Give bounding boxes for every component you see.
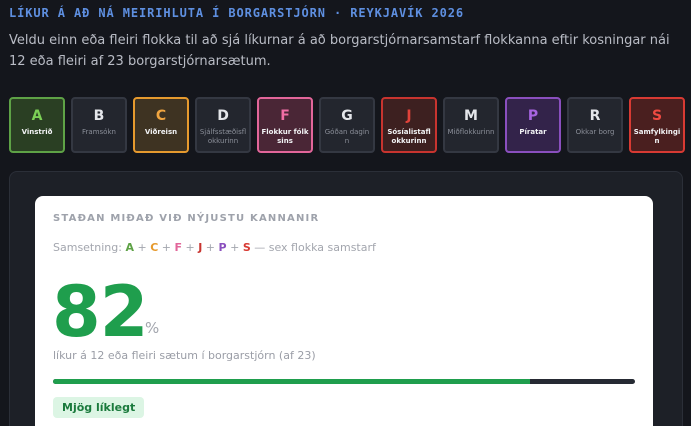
party-toggle-g[interactable]: G Góðan daginn	[319, 97, 375, 153]
party-name: Vinstrið	[21, 128, 53, 136]
party-letter: F	[280, 108, 290, 124]
party-letter: J	[406, 108, 412, 124]
party-toggle-a[interactable]: A Vinstrið	[9, 97, 65, 153]
party-letter: G	[341, 108, 353, 124]
party-toggle-r[interactable]: R Okkar borg	[567, 97, 623, 153]
combination-label: Samsetning:	[53, 241, 122, 254]
party-letter: A	[31, 108, 43, 124]
party-toggle-c[interactable]: C Viðreisn	[133, 97, 189, 153]
percent-sign: %	[145, 319, 160, 337]
party-toggle-b[interactable]: B Framsókn	[71, 97, 127, 153]
party-toggle-j[interactable]: J Sósíalistaflokkurinn	[381, 97, 437, 153]
party-letter: C	[155, 108, 167, 124]
party-name: Miðflokkurinn	[447, 128, 495, 136]
probability-bar-fill	[53, 379, 531, 384]
party-name: Góðan daginn	[324, 128, 370, 145]
probability-subtitle: líkur á 12 eða fleiri sætum í borgarstjó…	[53, 349, 316, 362]
party-toggle-f[interactable]: F Flokkur fólksins	[257, 97, 313, 153]
combination-line: Samsetning: A + C + F + J + P + S — sex …	[53, 241, 376, 254]
combination-suffix: — sex flokka samstarf	[254, 241, 376, 254]
party-name: Samfylkingin	[633, 128, 681, 145]
party-letter: M	[464, 108, 478, 124]
party-name: Sósíalistaflokkurinn	[387, 128, 431, 145]
party-letter: S	[651, 108, 663, 124]
likelihood-badge: Mjög líklegt	[53, 397, 145, 418]
combination-party-letter: F	[174, 241, 182, 254]
party-name: Framsókn	[82, 128, 116, 136]
party-toggle-p[interactable]: P Píratar	[505, 97, 561, 153]
party-name: Viðreisn	[144, 128, 178, 136]
result-card: STAÐAN MIÐAÐ VIÐ NÝJUSTU KANNANIR Samset…	[35, 196, 653, 426]
party-toggle-d[interactable]: D Sjálfsstæðisflokkurinn	[195, 97, 251, 153]
combination-party-letter: S	[242, 241, 251, 254]
plus-separator: +	[158, 241, 175, 254]
party-selector: A Vinstrið B Framsókn C Viðreisn D Sjálf…	[9, 97, 685, 153]
combination-parties: A + C + F + J + P + S	[125, 241, 254, 254]
page-title: LÍKUR Á AÐ NÁ MEIRIHLUTA Í BORGARSTJÓRN …	[9, 6, 464, 20]
party-letter: B	[93, 108, 105, 124]
plus-separator: +	[182, 241, 199, 254]
combination-party-letter: P	[218, 241, 227, 254]
plus-separator: +	[133, 241, 151, 254]
party-name: Okkar borg	[575, 128, 615, 136]
probability-bar	[53, 379, 635, 384]
party-letter: R	[589, 108, 601, 124]
party-name: Flokkur fólksins	[261, 128, 309, 145]
page-description: Veldu einn eða fleiri flokka til að sjá …	[9, 33, 670, 69]
party-name: Sjálfsstæðisflokkurinn	[199, 128, 247, 145]
party-toggle-m[interactable]: M Miðflokkurinn	[443, 97, 499, 153]
plus-separator: +	[202, 241, 219, 254]
result-heading: STAÐAN MIÐAÐ VIÐ NÝJUSTU KANNANIR	[53, 213, 320, 224]
party-letter: P	[527, 108, 539, 124]
party-letter: D	[217, 108, 229, 124]
plus-separator: +	[226, 241, 243, 254]
party-toggle-s[interactable]: S Samfylkingin	[629, 97, 685, 153]
party-name: Píratar	[519, 128, 547, 136]
combination-party-letter: A	[125, 241, 134, 254]
probability-value: 82	[52, 271, 148, 353]
